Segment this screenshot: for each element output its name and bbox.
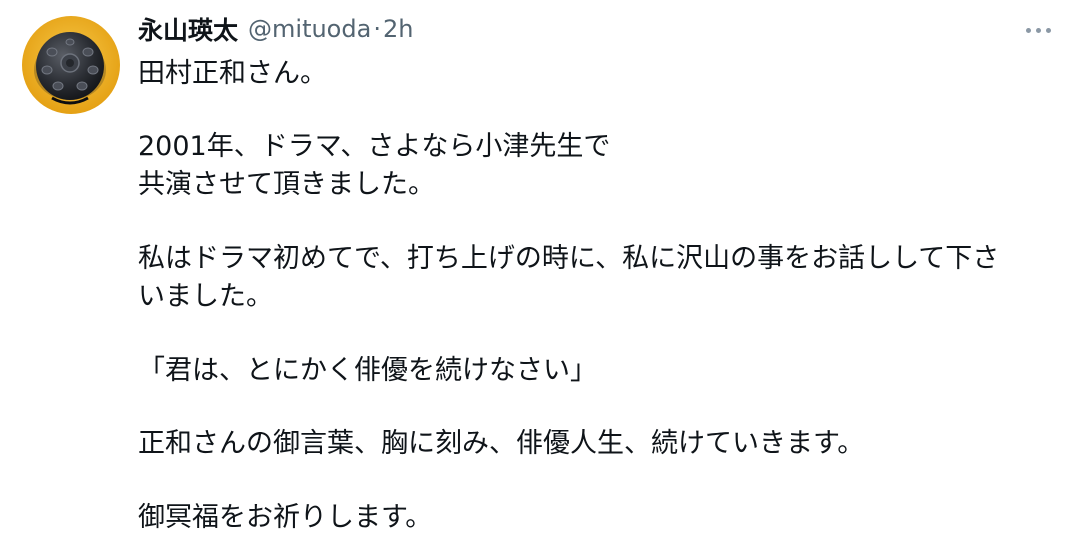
more-horizontal-icon-dot [1045, 27, 1051, 33]
tweet-text-line: 御冥福をお祈りします。 [138, 502, 433, 533]
tweet-text-line: 共演させて頂きました。 [138, 169, 435, 200]
tweet-header: 永山瑛太 @mituoda · 2h [138, 10, 413, 48]
timestamp[interactable]: 2h [383, 15, 413, 43]
user-handle[interactable]: @mituoda [248, 15, 371, 43]
tweet-text-line: 2001年、ドラマ、さよなら小津先生で [138, 131, 611, 162]
tweet: 永山瑛太 @mituoda · 2h 田村正和さん。 2001年、ドラマ、さよな… [0, 0, 1080, 545]
handpan-avatar-icon [22, 16, 120, 114]
more-options-button[interactable] [1018, 12, 1058, 48]
tweet-text-line: いました。 [138, 281, 273, 312]
more-horizontal-icon [1025, 27, 1031, 33]
separator-dot: · [373, 15, 381, 43]
tweet-text-line: 正和さんの御言葉、胸に刻み、俳優人生、続けていきます。 [138, 428, 865, 459]
display-name[interactable]: 永山瑛太 [138, 11, 238, 47]
more-horizontal-icon-dot [1035, 27, 1041, 33]
avatar[interactable] [22, 16, 120, 114]
tweet-text-line: 「君は、とにかく俳優を続けなさい」 [138, 355, 597, 386]
tweet-text-line: 田村正和さん。 [138, 58, 327, 89]
tweet-text-line: 私はドラマ初めてで、打ち上げの時に、私に沢山の事をお話しして下さ [138, 243, 1000, 274]
